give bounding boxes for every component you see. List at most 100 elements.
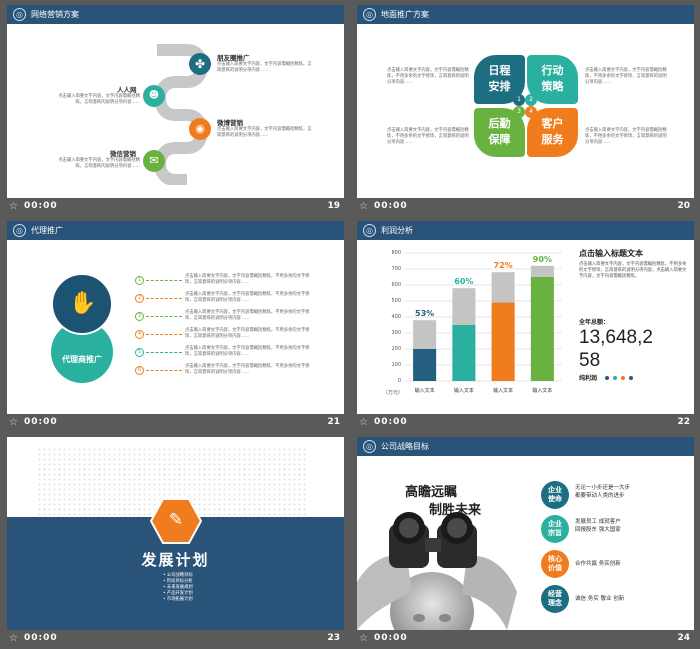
star-icon[interactable]: ☆	[359, 417, 368, 428]
slide-number: 22	[677, 417, 690, 427]
thumb-bar: ☆ 00:00 22	[357, 414, 694, 432]
x-tick-label: 输入文本	[493, 388, 514, 394]
weibo-icon: ◉	[189, 118, 211, 140]
slide-title: 代理推广	[31, 226, 63, 235]
slide-thumb-20[interactable]: ◎ 地面推广方案 日程 安排 行动 策略 后勤 保障 客户 服务 1 2 3 4…	[357, 5, 694, 216]
petal-text: 策略	[541, 80, 564, 93]
x-tick-label: 输入文本	[532, 388, 553, 394]
big-number-cont: 58	[579, 350, 601, 371]
bullet-text: 合作共赢 务实创新	[575, 561, 621, 567]
slide-title: 公司战略目标	[381, 442, 429, 451]
star-icon[interactable]: ☆	[359, 633, 368, 644]
bullet-circle: 核心 价值	[541, 550, 569, 578]
petal-text: 服务	[541, 133, 564, 146]
row-number: 4	[135, 330, 144, 339]
unit-label: 纯利润	[579, 375, 598, 382]
timing: 00:00	[374, 417, 408, 427]
legend-dot	[613, 376, 617, 380]
petal-text: 后勤	[488, 117, 511, 130]
slide-thumb-23[interactable]: ✎ 发展计划 • 公司战略目标 • 阶段目标分析 • 未来发展规划 • 产品开发…	[7, 437, 344, 648]
right-text: 点击输入简要文字内容，文字内容需概括精炼，不用多余的文字修饰，言简意赅的说明分项…	[579, 262, 687, 279]
big-number: 13,648,2	[579, 327, 653, 348]
target-icon: ◎	[363, 440, 376, 453]
star-icon[interactable]: ☆	[9, 633, 18, 644]
timing: 00:00	[24, 633, 58, 643]
dashed-line	[146, 298, 182, 299]
legend-dot	[621, 376, 625, 380]
star-icon[interactable]: ☆	[9, 201, 18, 212]
dashed-line	[146, 316, 182, 317]
slide-thumb-19[interactable]: ◎ 网络营销方案 ✤ ☻ ◉ ✉ 朋友圈推广 点击输入简要文字内容，文字内容需概…	[7, 5, 344, 216]
thumb-bar: ☆ 00:00 21	[7, 414, 344, 432]
y-tick-label: 200	[391, 346, 401, 352]
item-label: 微信营销	[110, 150, 136, 158]
row-text: 点击输入简要文字内容，文字内容需概括精炼，不用多余的文字修饰，言简意赅的说明分项…	[185, 310, 310, 321]
legend-dot	[629, 376, 633, 380]
dashed-line	[146, 370, 182, 371]
binoculars-photo	[357, 512, 517, 630]
bullet-circle: 经营 理念	[541, 585, 569, 613]
percent-label: 90%	[532, 254, 552, 264]
item-text: 点击输入简要文字内容，文字内容需概括精炼，言简意赅的说明分项内容……	[217, 127, 312, 138]
legend-dot	[605, 376, 609, 380]
star-icon[interactable]: ☆	[359, 201, 368, 212]
thumb-bar: ☆ 00:00 19	[7, 198, 344, 216]
petal-text: 客户	[541, 117, 564, 130]
petal-text: 日程	[488, 64, 511, 77]
dashed-line	[146, 352, 182, 353]
percent-label: 53%	[415, 309, 435, 319]
thumb-bar: ☆ 00:00 24	[357, 630, 694, 648]
bar-chart: 0 100 200 300 400 500 600 700 800 53% 输入文本 60% 输入文本 7…	[357, 221, 577, 414]
petal-number: 2	[525, 94, 537, 106]
dashed-line	[146, 280, 182, 281]
star-icon[interactable]: ☆	[9, 417, 18, 428]
y-tick-label: 0	[397, 378, 401, 384]
list-row: 4 点击输入简要文字内容，文字内容需概括精炼，不用多余的文字修饰，言简意赅的说明…	[135, 328, 315, 342]
list-row: 1 点击输入简要文字内容，文字内容需概括精炼，不用多余的文字修饰，言简意赅的说明…	[135, 274, 315, 288]
bullet-text: 诚信 务实 敬业 创新	[575, 596, 625, 602]
slide-21: ◎ 代理推广 代理商推广 ✋ 1 点击输入简要文字内容，文字内容需概括精炼，不用…	[7, 221, 344, 414]
item-text: 点击输入简要文字内容，文字内容需概括精炼，言简意赅的说明分项内容……	[58, 158, 140, 169]
petal-number: 1	[513, 94, 525, 106]
slide-number: 20	[677, 201, 690, 211]
slide-header: ◎ 地面推广方案	[357, 5, 694, 24]
slide-number: 24	[677, 633, 690, 643]
plan-item: • 市场拓展计划	[163, 597, 193, 602]
y-tick-label: 600	[391, 282, 401, 288]
bar-value	[413, 349, 437, 381]
y-tick-label: 300	[391, 330, 401, 336]
right-title: 点击输入标题文本	[579, 249, 643, 258]
timing: 00:00	[24, 417, 58, 427]
y-tick-label: 800	[391, 250, 401, 256]
y-tick-label: 100	[391, 362, 401, 368]
row-text: 点击输入简要文字内容，文字内容需概括精炼，不用多余的文字修饰，言简意赅的说明分项…	[185, 328, 310, 339]
plan-list: • 公司战略目标 • 阶段目标分析 • 未来发展规划 • 产品开发计划 • 市场…	[163, 573, 193, 603]
slide-thumb-22[interactable]: ◎ 利润分析 0 100 200 300 400 500 600 700 800 53% 输入文本 6…	[357, 221, 694, 432]
desc-text: 点击输入简要文字内容，文字内容需概括精炼，不用多余的文字修饰，言简意赅的说明分项…	[387, 68, 469, 85]
slide-24: ◎ 公司战略目标 高瞻远瞩 制胜未来 企业 使命 无论一小步还是一大步 都要带动…	[357, 437, 694, 630]
percent-label: 72%	[493, 261, 513, 271]
x-tick-label: 输入文本	[414, 388, 435, 394]
slide-thumb-21[interactable]: ◎ 代理推广 代理商推广 ✋ 1 点击输入简要文字内容，文字内容需概括精炼，不用…	[7, 221, 344, 432]
bullet-text: 无论一小步还是一大步 都要带动人类的进步	[575, 485, 631, 499]
slide-number: 19	[327, 201, 340, 211]
bar-value	[491, 302, 515, 381]
handshake-icon: ✋	[69, 291, 97, 316]
petal-number: 4	[525, 106, 537, 118]
target-icon: ◎	[13, 224, 26, 237]
row-text: 点击输入简要文字内容，文字内容需概括精炼，不用多余的文字修饰，言简意赅的说明分项…	[185, 364, 310, 375]
slide-20: ◎ 地面推广方案 日程 安排 行动 策略 后勤 保障 客户 服务 1 2 3 4…	[357, 5, 694, 198]
petal-text: 行动	[541, 64, 564, 77]
edit-icon: ✎	[168, 510, 184, 530]
target-icon: ◎	[363, 8, 376, 21]
item-label: 人人网	[117, 86, 137, 94]
y-unit-label: （万元）	[382, 390, 403, 396]
slide-22: ◎ 利润分析 0 100 200 300 400 500 600 700 800 53% 输入文本 6…	[357, 221, 694, 414]
y-tick-label: 500	[391, 298, 401, 304]
slide-thumb-24[interactable]: ◎ 公司战略目标 高瞻远瞩 制胜未来 企业 使命 无论一小步还是一大步 都要带动…	[357, 437, 694, 648]
bar-value	[530, 277, 554, 381]
x-tick-label: 输入文本	[453, 388, 474, 394]
desc-text: 点击输入简要文字内容，文字内容需概括精炼，不用多余的文字修饰，言简意赅的说明分项…	[585, 128, 667, 145]
wechat-icon: ✉	[143, 150, 165, 172]
row-number: 3	[135, 312, 144, 321]
